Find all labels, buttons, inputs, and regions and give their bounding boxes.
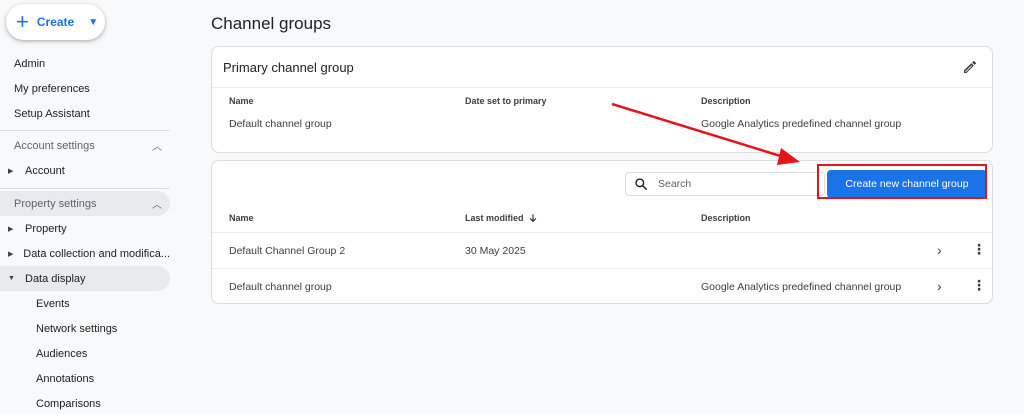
- search-field[interactable]: [625, 172, 825, 196]
- arrow-down-icon: [529, 214, 536, 223]
- sidebar-item-data-display[interactable]: ▼ Data display: [0, 266, 170, 291]
- column-header-description[interactable]: Description: [701, 213, 751, 223]
- create-button-label: Create: [36, 15, 75, 29]
- column-header-last-modified[interactable]: Last modified: [465, 213, 538, 223]
- sidebar-item-events[interactable]: Events: [36, 291, 70, 316]
- column-header-name[interactable]: Name: [229, 213, 254, 223]
- sidebar-divider: [0, 188, 170, 189]
- account-settings-section[interactable]: Account settings ︿: [0, 133, 170, 158]
- expand-triangle-icon: ▶: [8, 167, 14, 175]
- sidebar-item-label: Data collection and modifica...: [23, 247, 170, 260]
- row-name: Default Channel Group 2: [229, 245, 346, 257]
- chevron-up-icon: ︿: [152, 200, 162, 211]
- create-button[interactable]: + Create ▼: [6, 4, 105, 40]
- more-vert-icon[interactable]: ⋮: [972, 241, 986, 258]
- sidebar: + Create ▼ Admin My preferences Setup As…: [0, 0, 180, 414]
- sidebar-divider: [0, 130, 170, 131]
- sidebar-item-comparisons[interactable]: Comparisons: [36, 391, 101, 414]
- expand-triangle-icon: ▶: [8, 225, 14, 233]
- page-title: Channel groups: [211, 14, 332, 33]
- pencil-icon[interactable]: [962, 59, 978, 75]
- sidebar-item-label: Property: [25, 222, 67, 235]
- row-divider: [212, 268, 992, 269]
- primary-group-description: Google Analytics predefined channel grou…: [701, 118, 902, 130]
- account-settings-label: Account settings: [14, 139, 95, 152]
- card-title: Primary channel group: [223, 60, 354, 75]
- card-divider: [212, 87, 992, 88]
- column-header-label: Last modified: [465, 213, 524, 223]
- property-settings-label: Property settings: [14, 197, 97, 210]
- row-last-modified: 30 May 2025: [465, 245, 526, 257]
- create-new-channel-group-button[interactable]: Create new channel group: [827, 170, 987, 198]
- sidebar-item-account[interactable]: ▶ Account: [0, 158, 170, 183]
- sidebar-item-label: Account: [25, 164, 65, 177]
- sidebar-item-annotations[interactable]: Annotations: [36, 366, 94, 391]
- sidebar-item-setup-assistant[interactable]: Setup Assistant: [0, 101, 170, 126]
- chevron-right-icon[interactable]: ›: [937, 242, 942, 258]
- search-icon: [635, 178, 648, 191]
- caret-down-icon: ▼: [88, 16, 99, 28]
- column-header-description: Description: [701, 96, 751, 106]
- row-description: Google Analytics predefined channel grou…: [701, 281, 902, 293]
- chevron-right-icon[interactable]: ›: [937, 278, 942, 294]
- sidebar-item-network-settings[interactable]: Network settings: [36, 316, 117, 341]
- sidebar-item-admin[interactable]: Admin: [0, 51, 170, 76]
- sidebar-item-audiences[interactable]: Audiences: [36, 341, 87, 366]
- sidebar-item-data-collection[interactable]: ▶ Data collection and modifica...: [0, 241, 170, 266]
- property-settings-section[interactable]: Property settings ︿: [0, 191, 170, 216]
- row-name: Default channel group: [229, 281, 332, 293]
- primary-group-name: Default channel group: [229, 118, 332, 130]
- expand-triangle-icon: ▶: [8, 250, 14, 258]
- column-header-name: Name: [229, 96, 254, 106]
- sidebar-item-my-preferences[interactable]: My preferences: [0, 76, 170, 101]
- search-input[interactable]: [658, 178, 808, 190]
- primary-channel-group-card: Primary channel group Name Date set to p…: [211, 46, 993, 153]
- chevron-up-icon: ︿: [152, 142, 162, 153]
- plus-icon: +: [16, 9, 29, 34]
- collapse-triangle-icon: ▼: [8, 275, 15, 282]
- sidebar-item-property[interactable]: ▶ Property: [0, 216, 170, 241]
- channel-groups-list-card: Create new channel group Name Last modif…: [211, 160, 993, 304]
- column-header-date-set: Date set to primary: [465, 96, 547, 106]
- row-divider: [212, 232, 992, 233]
- sidebar-item-label: Data display: [25, 272, 86, 285]
- more-vert-icon[interactable]: ⋮: [972, 277, 986, 294]
